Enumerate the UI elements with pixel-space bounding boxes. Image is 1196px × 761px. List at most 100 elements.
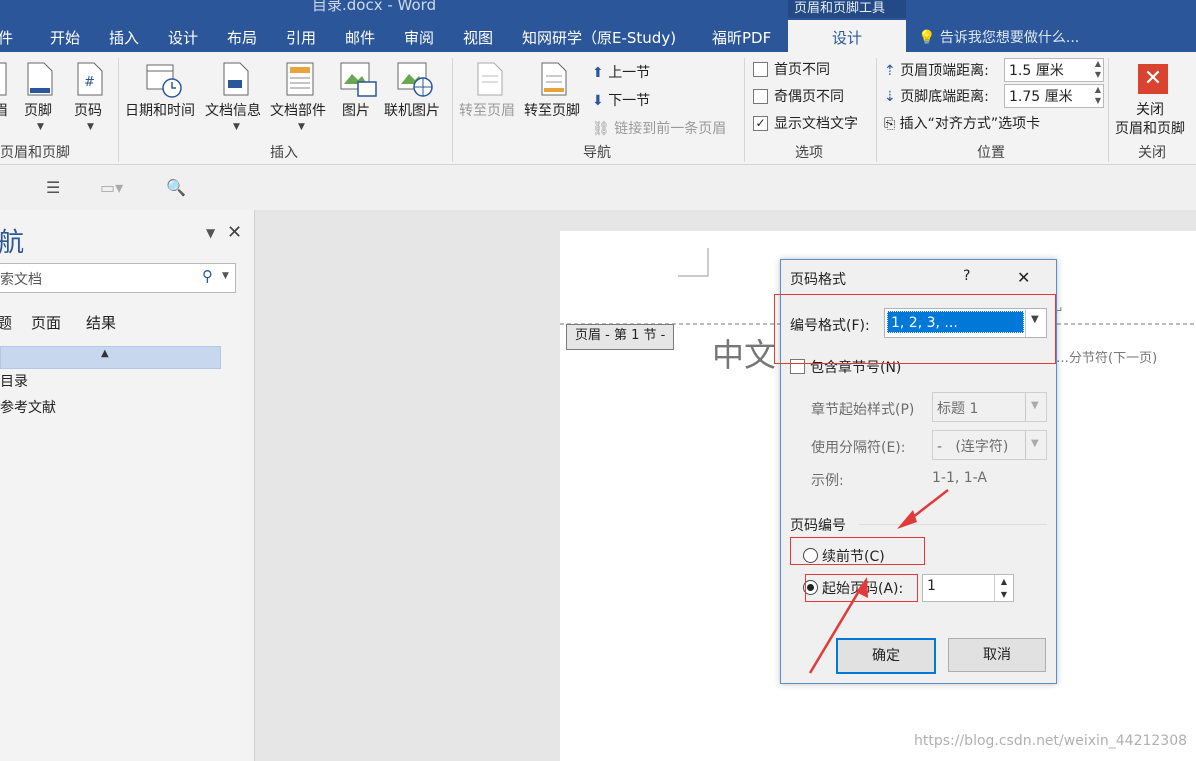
chapter-style-label: 章节起始样式(P) bbox=[811, 402, 915, 418]
watermark: https://blog.csdn.net/weixin_44212308 bbox=[914, 733, 1188, 749]
group-label-close: 关闭 bbox=[1138, 145, 1166, 161]
tab-hf-design[interactable]: 设计 bbox=[788, 20, 906, 52]
group-label-position: 位置 bbox=[977, 145, 1005, 161]
footer-bottom-label: ⇣ 页脚底端距离: bbox=[884, 89, 989, 105]
odd-even-label: 奇偶页不同 bbox=[774, 89, 844, 105]
header-section-tag: 页眉 - 第 1 节 - bbox=[566, 324, 675, 350]
header-top-input[interactable]: 1.5 厘米 ▲ ▼ bbox=[1004, 58, 1104, 82]
date-time-icon bbox=[146, 64, 182, 98]
chevron-down-icon[interactable]: ▼ bbox=[206, 226, 215, 240]
footer-bottom-input[interactable]: 1.75 厘米 ▲ ▼ bbox=[1004, 84, 1104, 108]
header-button[interactable]: 眉 bbox=[0, 100, 8, 120]
picture-button[interactable]: 图片 bbox=[342, 100, 370, 120]
align-tab-icon: ⎘ bbox=[884, 116, 896, 132]
annotation-arrows bbox=[808, 489, 949, 674]
print-preview-icon[interactable]: 🔍 bbox=[166, 178, 186, 197]
window-title: 目录.docx - Word bbox=[312, 0, 437, 14]
search-icon[interactable]: ⚲ bbox=[202, 267, 213, 285]
chevron-down-icon[interactable]: ▼ bbox=[222, 271, 229, 281]
footer-bottom-icon: ⇣ bbox=[884, 89, 896, 105]
annotation-box bbox=[774, 294, 1056, 364]
spinner-icon[interactable]: ▲ ▼ bbox=[1095, 58, 1101, 80]
chevron-down-icon: ▼ bbox=[233, 122, 240, 132]
header-icon bbox=[0, 62, 7, 96]
doc-info-icon bbox=[223, 62, 249, 96]
insert-align-tab-button[interactable]: ⎘ 插入“对齐方式”选项卡 bbox=[884, 113, 1040, 133]
tab-home[interactable]: 开始 bbox=[50, 27, 80, 48]
date-time-button[interactable]: 日期和时间 bbox=[125, 100, 195, 120]
goto-header-icon bbox=[477, 62, 503, 96]
chevron-down-icon: ▼ bbox=[1025, 393, 1046, 421]
nav-tab-headings[interactable]: 题 bbox=[0, 312, 12, 333]
collapse-up-icon: ▲ bbox=[101, 348, 109, 359]
tab-layout[interactable]: 布局 bbox=[227, 27, 257, 48]
tab-file[interactable]: 件 bbox=[0, 27, 13, 48]
tab-estudy[interactable]: 知网研学（原E-Study) bbox=[522, 27, 676, 48]
separator-label: 使用分隔符(E): bbox=[811, 440, 906, 456]
online-picture-button[interactable]: 联机图片 bbox=[384, 100, 440, 120]
first-page-diff-label: 首页不同 bbox=[774, 62, 830, 78]
nav-tab-pages[interactable]: 页面 bbox=[31, 312, 61, 333]
spinner-icon[interactable]: ▲ ▼ bbox=[994, 575, 1013, 601]
help-button[interactable]: ? bbox=[963, 268, 970, 284]
first-page-diff-checkbox[interactable] bbox=[753, 62, 768, 77]
goto-header-button[interactable]: 转至页眉 bbox=[459, 100, 515, 120]
picture-icon bbox=[340, 62, 377, 97]
prev-section-button[interactable]: ⬆ 上一节 bbox=[592, 62, 650, 82]
nav-collapse-bar[interactable]: ▲ bbox=[0, 346, 221, 369]
nav-tab-results[interactable]: 结果 bbox=[86, 312, 116, 333]
up-arrow-icon: ⬆ bbox=[592, 65, 604, 81]
svg-text:#: # bbox=[84, 75, 95, 90]
dialog-close-button[interactable]: ✕ bbox=[1017, 268, 1030, 287]
nav-search-input[interactable]: 索文档 ⚲ ▼ bbox=[0, 263, 236, 293]
odd-even-checkbox[interactable] bbox=[753, 89, 768, 104]
spinner-icon[interactable]: ▲ ▼ bbox=[1095, 84, 1101, 106]
separator-select[interactable]: - (连字符) ▼ bbox=[932, 430, 1047, 460]
goto-footer-icon bbox=[541, 62, 567, 96]
tell-me-box[interactable]: 💡 告诉我您想要做什么... bbox=[918, 27, 1079, 47]
show-doc-text-checkbox[interactable]: ✓ bbox=[753, 116, 768, 131]
page-number-icon: # bbox=[77, 62, 103, 96]
tab-foxit-pdf[interactable]: 福昕PDF bbox=[712, 27, 771, 48]
doc-info-button[interactable]: 文档信息 bbox=[205, 100, 261, 120]
footer-icon bbox=[27, 62, 53, 96]
header-top-icon: ⇡ bbox=[884, 63, 896, 79]
tab-design[interactable]: 设计 bbox=[168, 27, 198, 48]
dialog-title: 页码格式 bbox=[790, 272, 846, 288]
nav-heading-item[interactable]: 目录 bbox=[0, 371, 28, 391]
document-heading-text[interactable]: 中文 bbox=[712, 330, 776, 376]
chapter-style-select[interactable]: 标题 1 ▼ bbox=[932, 392, 1047, 422]
chevron-down-icon: ▼ bbox=[298, 122, 305, 132]
paragraph-icon[interactable]: ☰ bbox=[46, 178, 60, 197]
chevron-down-icon: ▼ bbox=[37, 122, 44, 132]
quick-parts-button[interactable]: 文档部件 bbox=[270, 100, 326, 120]
group-label-insert: 插入 bbox=[270, 145, 298, 161]
next-section-button[interactable]: ⬇ 下一节 bbox=[592, 90, 650, 110]
tab-view[interactable]: 视图 bbox=[463, 27, 493, 48]
nav-heading-item[interactable]: 参考文献 bbox=[0, 397, 56, 417]
group-label-options: 选项 bbox=[795, 145, 823, 161]
section-break-mark: …分节符(下一页) bbox=[1056, 351, 1158, 366]
group-label-navigation: 导航 bbox=[583, 145, 611, 161]
link-previous-button[interactable]: ⛓ 链接到前一条页眉 bbox=[592, 118, 726, 138]
lightbulb-icon: 💡 bbox=[918, 30, 936, 46]
corner-mark bbox=[678, 248, 709, 277]
chevron-down-icon: ▼ bbox=[1025, 431, 1046, 459]
print-icon[interactable]: ▭▾ bbox=[100, 178, 123, 197]
link-icon: ⛓ bbox=[592, 121, 610, 137]
tab-insert[interactable]: 插入 bbox=[109, 27, 139, 48]
cancel-button[interactable]: 取消 bbox=[948, 638, 1046, 672]
close-hf-button[interactable]: 关闭 页眉和页脚 bbox=[1115, 101, 1185, 139]
page-number-button[interactable]: 页码 bbox=[74, 100, 102, 120]
online-picture-icon bbox=[397, 62, 433, 97]
tab-review[interactable]: 审阅 bbox=[404, 27, 434, 48]
close-x-icon: ✕ bbox=[1138, 64, 1168, 94]
nav-pane-title: 航 bbox=[0, 228, 25, 258]
footer-button[interactable]: 页脚 bbox=[24, 100, 52, 120]
show-doc-text-label: 显示文档文字 bbox=[774, 116, 858, 132]
goto-footer-button[interactable]: 转至页脚 bbox=[524, 100, 580, 120]
header-top-label: ⇡ 页眉顶端距离: bbox=[884, 63, 989, 79]
tab-references[interactable]: 引用 bbox=[286, 27, 316, 48]
close-icon[interactable]: ✕ bbox=[227, 222, 242, 243]
tab-mailings[interactable]: 邮件 bbox=[345, 27, 375, 48]
